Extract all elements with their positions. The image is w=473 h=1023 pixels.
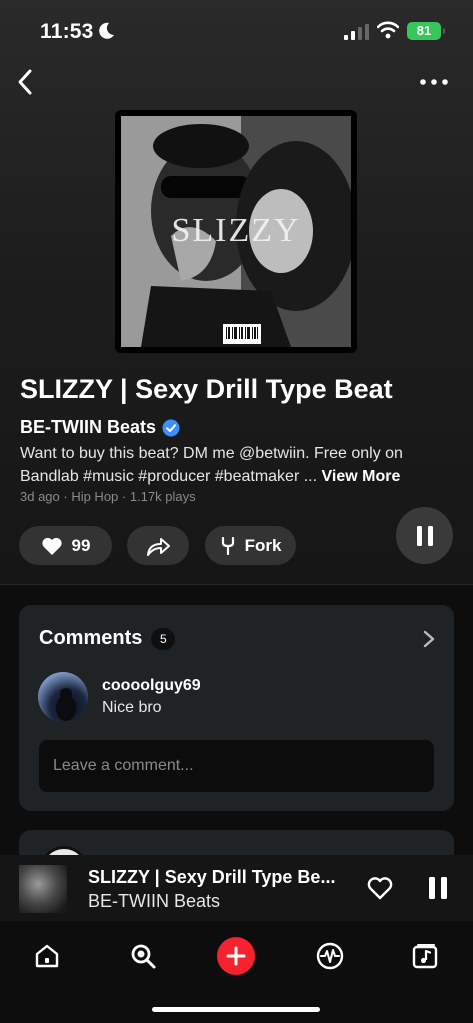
battery-indicator: 81: [407, 22, 445, 40]
pause-button[interactable]: [396, 507, 453, 564]
fork-label: Fork: [244, 535, 282, 555]
status-bar: 11:53 81: [0, 0, 473, 62]
barcode-graphic: [223, 324, 261, 344]
cover-art: SLIZZY: [115, 110, 357, 353]
comments-header[interactable]: Comments 5: [39, 627, 176, 650]
comments-title: Comments: [39, 627, 143, 649]
comment-username[interactable]: coooolguy69: [102, 677, 201, 695]
verified-badge-icon: [162, 419, 180, 436]
tab-home[interactable]: [28, 937, 66, 975]
comment-input[interactable]: Leave a comment...: [39, 740, 434, 792]
track-title: SLIZZY | Sexy Drill Type Beat: [20, 374, 393, 404]
comment-text: Nice bro: [102, 699, 162, 716]
chevron-right-icon[interactable]: [422, 629, 436, 649]
cover-image: SLIZZY: [121, 116, 351, 347]
mini-player-artwork: [19, 865, 67, 913]
track-meta: 3d ago · Hip Hop · 1.17k plays: [20, 489, 196, 504]
pause-icon: [416, 525, 433, 546]
library-icon: [412, 944, 438, 969]
home-icon: [35, 944, 59, 968]
tab-feed[interactable]: [311, 937, 349, 975]
create-icon: [217, 937, 255, 975]
more-icon[interactable]: [418, 70, 450, 94]
back-icon[interactable]: [12, 66, 40, 98]
tab-create[interactable]: [217, 937, 255, 975]
track-description: Want to buy this beat? DM me @betwiin. F…: [20, 442, 450, 488]
moon-icon: [99, 22, 114, 39]
feed-icon: [316, 942, 344, 970]
home-indicator: [152, 1007, 320, 1012]
mini-player-artist: BE-TWIIN Beats: [88, 891, 221, 911]
search-icon: [131, 944, 156, 969]
heart-icon[interactable]: [366, 875, 394, 901]
like-button[interactable]: 99: [19, 526, 112, 565]
tab-search[interactable]: [124, 937, 162, 975]
status-time: 11:53: [40, 20, 94, 43]
signal-icon: [344, 24, 369, 40]
mini-player-title: SLIZZY | Sexy Drill Type Be...: [88, 867, 336, 887]
tab-bar: [0, 921, 473, 1023]
heart-icon: [41, 537, 62, 555]
fork-button[interactable]: Fork: [205, 526, 296, 565]
comments-card: Comments 5 coooolguy69 Nice bro Leave a …: [19, 605, 454, 811]
avatar[interactable]: [38, 672, 88, 722]
mini-player[interactable]: SLIZZY | Sexy Drill Type Be... BE-TWIIN …: [0, 855, 473, 921]
like-count: 99: [71, 535, 91, 555]
share-icon: [147, 537, 170, 556]
share-button[interactable]: [127, 526, 189, 565]
wifi-icon: [377, 21, 399, 39]
view-more-link[interactable]: View More: [322, 468, 401, 485]
artist-name[interactable]: BE-TWIIN Beats: [20, 417, 156, 438]
section-divider: [0, 584, 473, 585]
artist-row[interactable]: BE-TWIIN Beats: [20, 417, 180, 438]
fork-icon: [221, 536, 234, 555]
tab-library[interactable]: [406, 937, 444, 975]
cover-title: SLIZZY: [171, 212, 301, 249]
comments-count-badge: 5: [151, 627, 176, 650]
pause-icon[interactable]: [427, 875, 449, 901]
